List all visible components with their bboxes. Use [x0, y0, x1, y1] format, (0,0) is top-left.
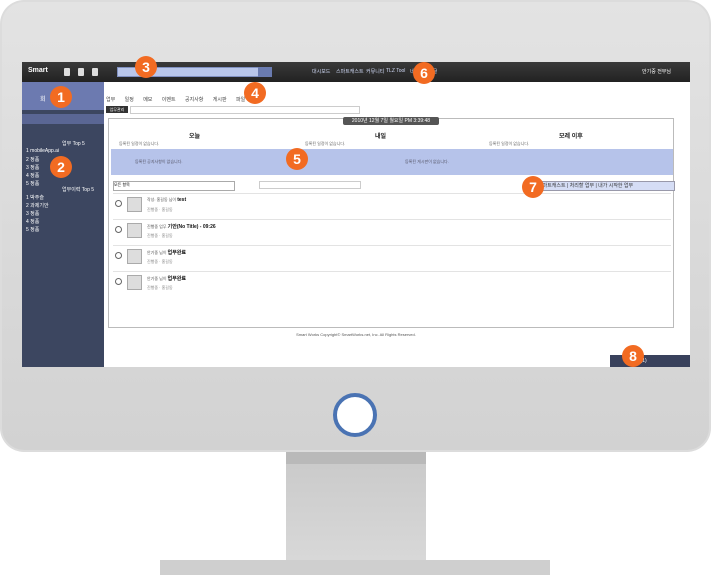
sidebar-header: 회 [40, 97, 46, 103]
sidebar-item[interactable]: 5 정품 [26, 226, 39, 233]
menu-dashboard[interactable]: 대시보드 [312, 68, 330, 75]
toolbar-file[interactable]: 파일 [236, 97, 245, 103]
notice-band [111, 149, 673, 175]
avatar [127, 275, 142, 290]
task-row[interactable]: 안기중 님이 업무완료 진행중 · 홍길동 [113, 271, 671, 294]
callout-badge-1: 1 [50, 86, 72, 108]
task-tabs[interactable]: 스마트캐스트 | 처리할 업무 | 내가 시작한 업무 [537, 181, 675, 191]
row-text: 안기중 님이 업무완료 [147, 276, 187, 282]
row-sub: 진행중 · 홍길동 [147, 285, 173, 290]
toolbar-board[interactable]: 게시판 [213, 97, 227, 103]
row-sub: 진행중 · 홍길동 [147, 259, 173, 264]
monitor-base [160, 560, 550, 575]
user-menu[interactable]: 안기중 전무님 [642, 68, 671, 75]
callout-badge-7: 7 [522, 176, 544, 198]
date-bar: 2010년 12월 7일 월요일 PM 3:39:48 [343, 117, 439, 125]
row-sub: 진행중 · 홍길동 [147, 207, 173, 212]
sidebar-item[interactable]: 3 정품 [26, 210, 39, 217]
sidebar-item[interactable]: 2 정품 [26, 156, 39, 163]
notice-icon[interactable] [78, 68, 84, 76]
callout-badge-3: 3 [135, 56, 157, 78]
toolbar-schedule[interactable]: 일정 [125, 97, 134, 103]
callout-badge-8: 8 [622, 345, 644, 367]
toolbar-event[interactable]: 이벤트 [162, 97, 176, 103]
expand-icon[interactable] [115, 226, 122, 233]
power-button[interactable] [333, 393, 377, 437]
avatar [127, 249, 142, 264]
search-button[interactable] [258, 67, 272, 77]
toolbar-memo[interactable]: 메모 [143, 97, 152, 103]
home-icon[interactable] [64, 68, 70, 76]
footer: Smart Works Copyright© SmartWorks.net, I… [296, 332, 416, 337]
expand-icon[interactable] [115, 200, 122, 207]
sidebar-item[interactable]: 5 정품 [26, 180, 39, 187]
message-icon[interactable] [92, 68, 98, 76]
row-sub: 진행중 · 홍길동 [147, 233, 173, 238]
expand-icon[interactable] [115, 252, 122, 259]
row-text: 진행중 업무 기안(No Title) - 09:26 [147, 224, 216, 230]
sidebar-item[interactable]: 1 mobileApp.ai [26, 148, 59, 154]
notice-empty: 등록된 공지사항이 없습니다. [135, 159, 183, 164]
avatar [127, 197, 142, 212]
app-logo[interactable]: Smart [28, 67, 48, 74]
row-text: 안기중 님이 업무완료 [147, 250, 187, 256]
col-today-sub: 등록된 일정이 없습니다. [119, 141, 160, 146]
sidebar-section-title: 업무 Top 5 [62, 141, 85, 147]
sidebar-item[interactable]: 2 과제기안 [26, 202, 49, 209]
sidebar-item[interactable]: 4 정품 [26, 218, 39, 225]
task-row[interactable]: 진행중 업무 기안(No Title) - 09:26 진행중 · 홍길동 [113, 219, 671, 242]
task-row[interactable]: 안기중 님이 업무완료 진행중 · 홍길동 [113, 245, 671, 268]
menu-community[interactable]: 커뮤니티 [366, 68, 384, 75]
col-later-sub: 등록된 일정이 없습니다. [489, 141, 530, 146]
toolbar-notice[interactable]: 공지사항 [185, 97, 203, 103]
task-row[interactable]: 작성: 홍길동 님이 test 진행중 · 홍길동 [113, 193, 671, 216]
avatar [127, 223, 142, 238]
col-tomorrow: 내일 [375, 134, 387, 140]
sidebar-section-title: 업무이력 Top 5 [62, 187, 95, 193]
board-empty: 등록된 게시판이 없습니다. [405, 159, 449, 164]
col-today: 오늘 [189, 134, 201, 140]
filter-search[interactable] [259, 181, 361, 189]
menu-smartcast[interactable]: 스마트캐스트 [336, 68, 364, 75]
screen: Smart 대시보드 스마트캐스트 커뮤니티 TLZ Tool 네이버 구글 안… [22, 62, 690, 367]
sidebar-divider [22, 114, 104, 124]
callout-badge-5: 5 [286, 148, 308, 170]
callout-badge-2: 2 [50, 156, 72, 178]
expand-icon[interactable] [115, 278, 122, 285]
sidebar-item[interactable]: 1 박주슬 [26, 194, 44, 201]
row-text: 작성: 홍길동 님이 test [147, 197, 187, 203]
quick-input[interactable] [130, 106, 360, 114]
work-tag[interactable]: 업무관리 [106, 106, 128, 113]
sidebar-item[interactable]: 3 정품 [26, 164, 39, 171]
filter-select[interactable]: 모든 항목 [113, 181, 235, 191]
dashboard-panel: 2010년 12월 7일 월요일 PM 3:39:48 오늘 내일 모레 이후 … [108, 117, 675, 328]
toolbar: 업무 일정 메모 이벤트 공지사항 게시판 파일 [106, 96, 606, 104]
toolbar-task[interactable]: 업무 [106, 97, 115, 103]
col-tomorrow-sub: 등록된 일정이 없습니다. [305, 141, 346, 146]
monitor-stand-shadow [286, 452, 426, 464]
callout-badge-4: 4 [244, 82, 266, 104]
sidebar-item[interactable]: 4 정품 [26, 172, 39, 179]
monitor-stand [286, 452, 426, 560]
callout-badge-6: 6 [413, 62, 435, 84]
menu-tlz-tool[interactable]: TLZ Tool [386, 68, 405, 74]
col-later: 모레 이후 [559, 134, 583, 140]
